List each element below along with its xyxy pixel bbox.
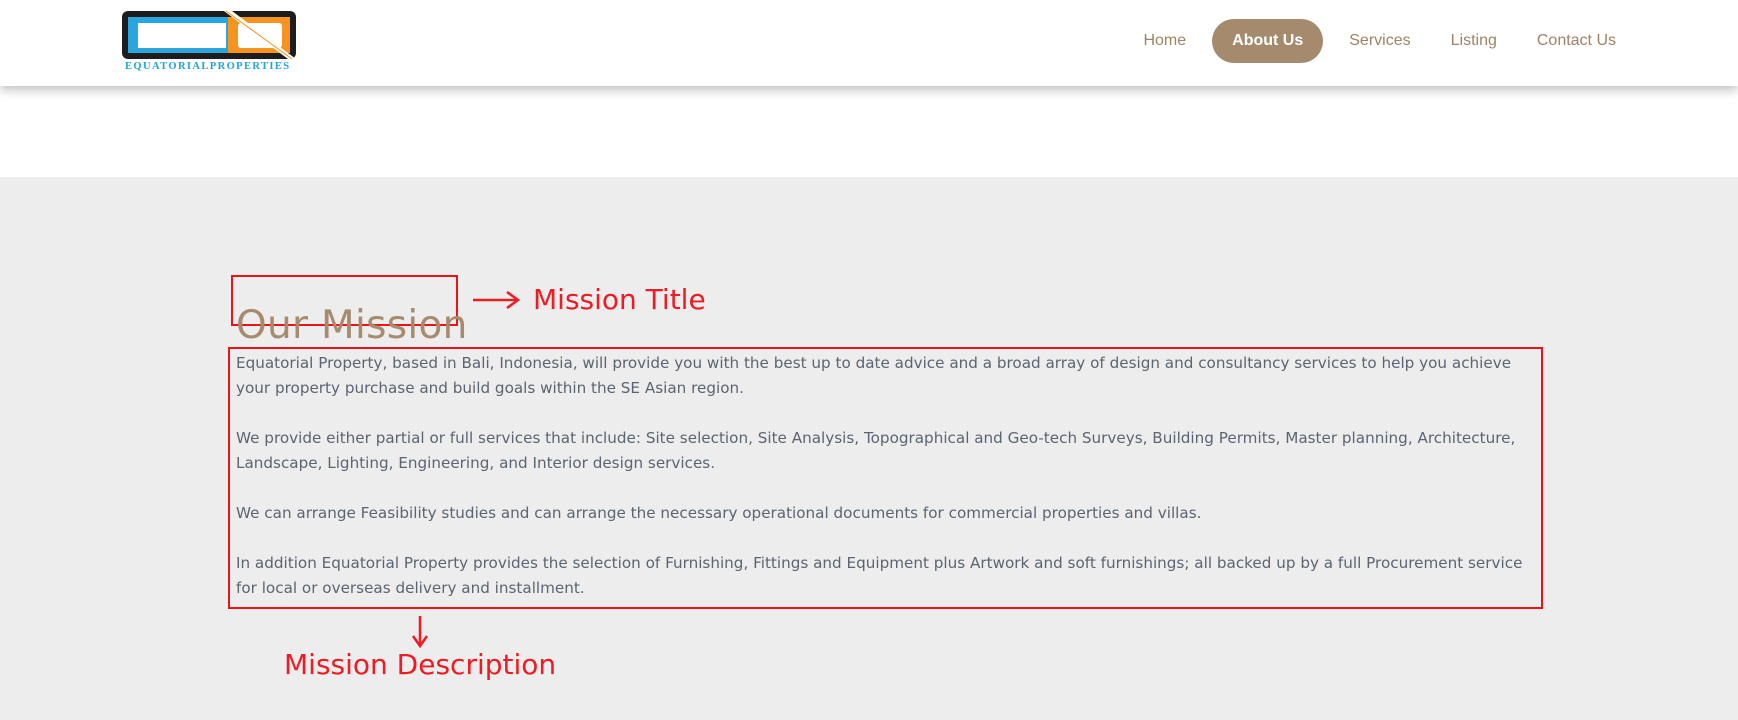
arrow-right-icon (473, 290, 521, 310)
mission-paragraph: Equatorial Property, based in Bali, Indo… (236, 354, 1512, 397)
nav-services[interactable]: Services (1329, 19, 1430, 63)
arrow-down-icon (411, 616, 429, 648)
nav-listing[interactable]: Listing (1431, 19, 1517, 63)
nav-contact-us[interactable]: Contact Us (1517, 19, 1636, 63)
mission-paragraph: We can arrange Feasibility studies and c… (236, 504, 1202, 522)
annotation-mission-description: Mission Description (284, 648, 557, 681)
logo-text: EQUATORIALPROPERTIES (125, 61, 291, 72)
logo[interactable]: EQUATORIALPROPERTIES (120, 9, 300, 75)
mission-paragraph: We provide either partial or full servic… (236, 429, 1516, 472)
logo-mark-icon (122, 10, 296, 60)
nav-about-us[interactable]: About Us (1212, 19, 1324, 63)
mission-title: Our Mission (236, 303, 468, 349)
annotation-mission-title: Mission Title (533, 283, 706, 316)
mission-description: Equatorial Property, based in Bali, Indo… (236, 351, 1536, 626)
mission-paragraph: In addition Equatorial Property provides… (236, 554, 1523, 597)
main-nav: Home About Us Services Listing Contact U… (1123, 19, 1636, 63)
nav-home[interactable]: Home (1123, 19, 1206, 63)
site-header: EQUATORIALPROPERTIES Home About Us Servi… (0, 0, 1738, 86)
